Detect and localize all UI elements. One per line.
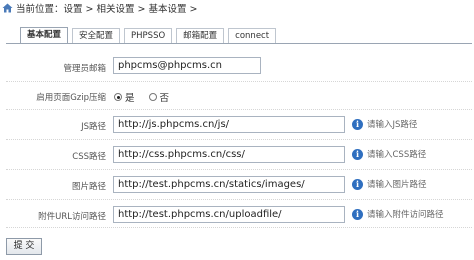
info-icon: i (352, 208, 363, 220)
home-icon (2, 3, 13, 13)
js-path-hint: i 请输入JS路径 (352, 118, 417, 130)
gzip-no-label: 否 (159, 93, 170, 104)
settings-form: 管理员邮箱 phpcms@phpcms.cn 启用页面Gzip压缩 是 否 JS… (6, 43, 472, 228)
tab-connect[interactable]: connect (228, 28, 277, 44)
submit-button[interactable]: 提 交 (6, 238, 42, 255)
css-path-hint-text: 请输入CSS路径 (367, 150, 427, 160)
row-gzip: 启用页面Gzip压缩 是 否 (6, 82, 472, 110)
upload-url-hint: i 请输入附件访问路径 (352, 208, 444, 220)
img-path-hint: i 请输入图片路径 (352, 178, 427, 190)
gzip-yes-label: 是 (125, 93, 135, 104)
upload-url-label: 附件URL访问路径 (38, 212, 106, 222)
gzip-radio-group: 是 否 (114, 90, 183, 104)
gzip-yes-radio[interactable] (114, 93, 122, 101)
info-icon: i (352, 178, 363, 190)
css-path-input[interactable]: http://css.phpcms.cn/css/ (113, 146, 345, 163)
gzip-label: 启用页面Gzip压缩 (36, 93, 106, 103)
js-path-label: JS路径 (81, 122, 106, 132)
css-path-label: CSS路径 (72, 152, 106, 162)
upload-url-hint-text: 请输入附件访问路径 (367, 210, 444, 220)
tab-security[interactable]: 安全配置 (72, 28, 121, 44)
admin-email-input[interactable]: phpcms@phpcms.cn (113, 57, 261, 74)
info-icon: i (352, 148, 363, 160)
js-path-input[interactable]: http://js.phpcms.cn/js/ (113, 116, 345, 133)
img-path-label: 图片路径 (71, 182, 106, 192)
css-path-hint: i 请输入CSS路径 (352, 148, 426, 160)
tab-email[interactable]: 邮箱配置 (176, 28, 225, 44)
breadcrumb-text: 当前位置：设置 > 相关设置 > 基本设置 > (16, 4, 198, 15)
tab-basic[interactable]: 基本配置 (20, 27, 69, 44)
js-path-hint-text: 请输入JS路径 (367, 120, 418, 130)
gzip-no-radio[interactable] (148, 93, 157, 101)
row-admin-email: 管理员邮箱 phpcms@phpcms.cn (6, 54, 472, 82)
breadcrumb: 当前位置：设置 > 相关设置 > 基本设置 > (0, 0, 474, 16)
settings-tabs: 基本配置 安全配置 PHPSSO 邮箱配置 connect (20, 27, 280, 44)
admin-email-label: 管理员邮箱 (63, 64, 106, 74)
row-js-path: JS路径 http://js.phpcms.cn/js/ i 请输入JS路径 (6, 110, 472, 140)
row-upload-url: 附件URL访问路径 http://test.phpcms.cn/uploadfi… (6, 200, 472, 228)
tab-phpsso[interactable]: PHPSSO (124, 28, 173, 44)
img-path-hint-text: 请输入图片路径 (367, 180, 427, 190)
upload-url-input[interactable]: http://test.phpcms.cn/uploadfile/ (113, 206, 345, 223)
info-icon: i (352, 118, 363, 130)
row-css-path: CSS路径 http://css.phpcms.cn/css/ i 请输入CSS… (6, 140, 472, 170)
row-img-path: 图片路径 http://test.phpcms.cn/statics/image… (6, 170, 472, 200)
img-path-input[interactable]: http://test.phpcms.cn/statics/images/ (113, 176, 345, 193)
